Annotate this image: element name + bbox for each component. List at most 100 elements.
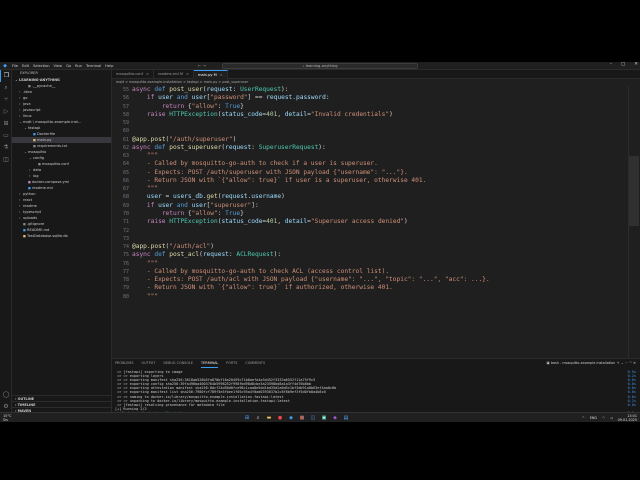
menu-item-help[interactable]: Help bbox=[105, 64, 113, 68]
code-line: 76 """ bbox=[112, 260, 628, 268]
line-number: 56 bbox=[122, 95, 129, 102]
panel-tab-output[interactable]: OUTPUT bbox=[142, 359, 156, 368]
extensions-icon[interactable]: ⊞ bbox=[0, 118, 12, 130]
code-text: raise HTTPException(status_code=401, det… bbox=[132, 111, 393, 119]
code-token: - Called by mosquitto-go-auth to check A… bbox=[132, 267, 390, 275]
code-line: 75 async def post_acl(request: ACLRequest… bbox=[112, 251, 628, 259]
docker-icon[interactable]: ◫ bbox=[0, 154, 12, 166]
terminal-taskbar-icon[interactable]: ▣ bbox=[320, 414, 328, 422]
file-explorer-icon[interactable]: ▬ bbox=[265, 414, 273, 422]
menu-item-run[interactable]: Run bbox=[75, 64, 82, 68]
clock[interactable]: 13:01 09.01.2025 bbox=[618, 414, 637, 422]
code-editor[interactable]: 55 async def post_user(request: UserReque… bbox=[112, 86, 628, 358]
vscode-taskbar-icon[interactable]: ◆ bbox=[287, 414, 295, 422]
search-icon[interactable]: ⌕ bbox=[0, 82, 12, 94]
tree-item-label: docker-compose.yml bbox=[32, 180, 70, 184]
terminal-output[interactable]: => [fastapi] exporting to image => => ex… bbox=[115, 370, 623, 412]
code-token: @app bbox=[132, 135, 147, 143]
code-token: detail bbox=[284, 218, 308, 226]
tab-close-icon[interactable]: × bbox=[146, 72, 149, 76]
source-control-icon[interactable]: ⑂ bbox=[0, 94, 12, 106]
code-token: True bbox=[225, 209, 241, 217]
panel-tab-comments[interactable]: COMMENTS bbox=[245, 359, 265, 368]
tree-item-label: mosquitto bbox=[28, 150, 47, 154]
menu-item-terminal[interactable]: Terminal bbox=[86, 64, 101, 68]
terminal-shell-label[interactable]: ▣ bash - mosquitto-example-installation … bbox=[547, 359, 636, 368]
tree-item-label: requirements.txt bbox=[37, 144, 68, 148]
editor-tab[interactable]: main.py M × bbox=[193, 70, 228, 79]
tab-close-icon[interactable]: × bbox=[220, 73, 223, 77]
account-icon[interactable]: ◯ bbox=[0, 389, 12, 401]
code-token: async bbox=[132, 251, 155, 259]
code-text: """ bbox=[132, 185, 158, 193]
run-debug-icon[interactable]: ▷ bbox=[0, 106, 12, 118]
menu-item-view[interactable]: View bbox=[54, 64, 63, 68]
browser-icon[interactable]: ● bbox=[276, 414, 284, 422]
panel-tab-terminal[interactable]: TERMINAL bbox=[201, 359, 219, 368]
tray-chevron-icon[interactable]: ^ bbox=[582, 416, 585, 420]
breadcrumb[interactable]: mqtt > mosquitto-example-installation > … bbox=[112, 79, 640, 85]
tree-item-label: linux bbox=[23, 114, 32, 118]
menu-item-selection[interactable]: Selection bbox=[33, 64, 50, 68]
line-number: 69 bbox=[122, 202, 129, 209]
code-token: SuperuserRequest bbox=[258, 143, 319, 151]
close-icon[interactable]: ✕ bbox=[634, 62, 638, 67]
start-icon[interactable]: ⊞ bbox=[243, 414, 251, 422]
line-number: 59 bbox=[122, 120, 129, 127]
minimize-icon[interactable]: – bbox=[610, 62, 612, 67]
line-number: 65 bbox=[122, 169, 129, 176]
tree-item-label: python bbox=[23, 192, 36, 196]
tree-item-label: main.py bbox=[37, 138, 52, 142]
app-icon[interactable]: ■ bbox=[298, 414, 306, 422]
code-token: async bbox=[132, 143, 155, 151]
clock-date: 09.01.2025 bbox=[617, 418, 637, 422]
panel-tab-ports[interactable]: PORTS bbox=[226, 359, 237, 368]
intellij-icon[interactable]: ◈ bbox=[331, 414, 339, 422]
line-number: 58 bbox=[122, 111, 129, 118]
code-token: HTTPException bbox=[169, 110, 218, 118]
wifi-icon[interactable]: ◠ bbox=[602, 416, 605, 420]
nav-arrows[interactable]: ← → bbox=[198, 63, 206, 68]
code-token: request bbox=[221, 193, 248, 201]
code-text: @app.post("/auth/acl") bbox=[132, 243, 214, 251]
editor-tab[interactable]: readme.md M × bbox=[154, 70, 194, 79]
tree-item-label: log bbox=[33, 174, 39, 178]
command-center-search[interactable]: ⌕ learning-anything bbox=[222, 63, 418, 69]
docker-taskbar-icon[interactable]: ◫ bbox=[309, 414, 317, 422]
activity-bar: ❐ ⌕ ⑂ ▷ ⊞ ▭ ⚗ ◫ ◯ ⚙ bbox=[0, 70, 12, 413]
code-token: ) bbox=[232, 135, 237, 143]
maximize-icon[interactable]: □ bbox=[621, 62, 625, 67]
tab-label: main.py M bbox=[197, 73, 217, 77]
volume-icon[interactable]: ◁ bbox=[610, 416, 613, 420]
weather-widget[interactable]: 15°C Sis bbox=[3, 414, 11, 422]
menu-item-edit[interactable]: Edit bbox=[22, 64, 29, 68]
line-number: 78 bbox=[122, 277, 129, 284]
panel-tab-problems[interactable]: PROBLEMS bbox=[115, 359, 134, 368]
menu-item-go[interactable]: Go bbox=[66, 64, 71, 68]
window-controls: – □ ✕ bbox=[610, 62, 638, 67]
code-token: - Return JSON with `{"allow": true}` if … bbox=[132, 284, 393, 292]
line-number: 67 bbox=[122, 186, 129, 193]
lang-indicator[interactable]: ENG bbox=[590, 416, 597, 420]
code-text: user = users_db.get(request.username) bbox=[132, 193, 285, 201]
editor-tab[interactable]: mosquitto.conf × bbox=[112, 70, 154, 79]
title-bar: ◆ File Edit Selection View Go Run Terminal Help… bbox=[0, 62, 640, 70]
tree-item[interactable]: ■TestDatabase.sqlite.db bbox=[12, 233, 111, 239]
notes-icon[interactable]: ▤ bbox=[342, 414, 350, 422]
search-taskbar-icon[interactable]: ⌕ bbox=[254, 414, 262, 422]
panel-tab-debug-console[interactable]: DEBUG CONSOLE bbox=[163, 359, 193, 368]
minimap[interactable] bbox=[628, 86, 639, 358]
code-token: async bbox=[132, 86, 155, 93]
explorer-icon[interactable]: ❐ bbox=[0, 70, 12, 82]
tab-close-icon[interactable]: × bbox=[186, 72, 189, 76]
code-token: if bbox=[146, 201, 159, 209]
code-token: raise bbox=[146, 218, 170, 226]
windows-taskbar: 15°C Sis ⊞ ⌕ ▬ ● ◆ ■ ◫ ▣ ◈ ▤ ^ ENG ◠ ◁ 1… bbox=[0, 412, 640, 422]
code-token: if bbox=[146, 94, 159, 102]
line-number: 68 bbox=[122, 194, 129, 201]
remote-explorer-icon[interactable]: ▭ bbox=[0, 130, 12, 142]
menu-item-file[interactable]: File bbox=[12, 64, 18, 68]
testing-icon[interactable]: ⚗ bbox=[0, 142, 12, 154]
minimap-slider[interactable] bbox=[629, 156, 639, 226]
